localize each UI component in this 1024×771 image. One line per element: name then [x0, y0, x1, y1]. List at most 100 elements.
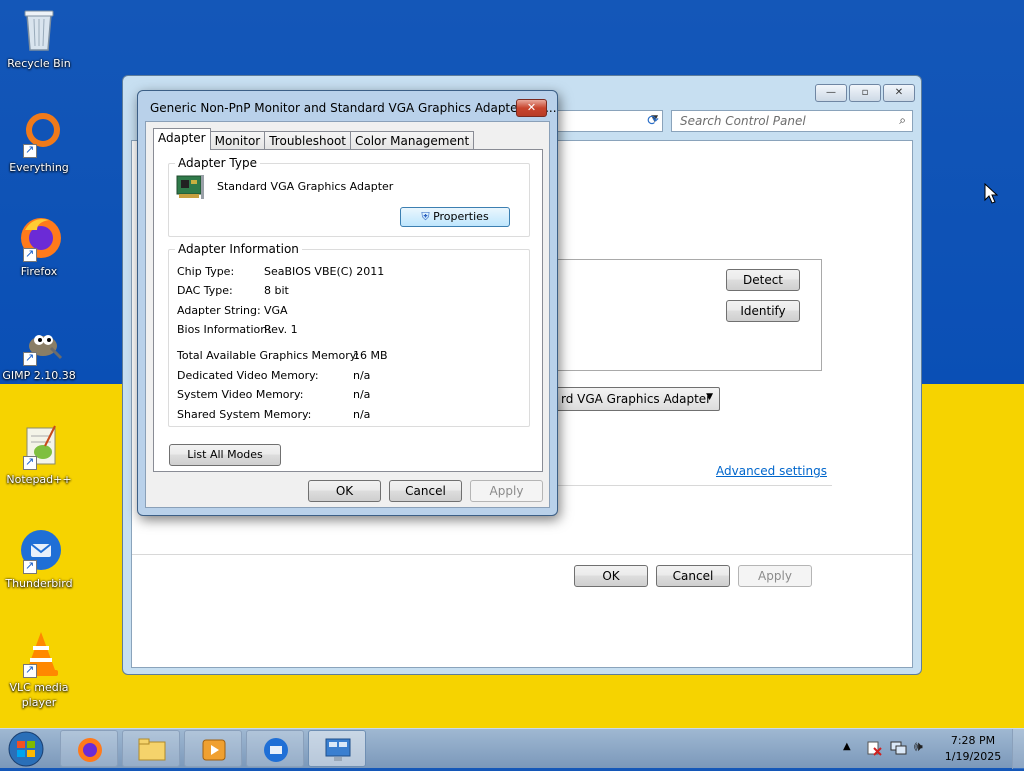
thunderbird-icon: [15, 526, 63, 574]
apply-button[interactable]: Apply: [470, 480, 543, 502]
total-memory-value: 16 MB: [353, 349, 388, 362]
tab-color-management[interactable]: Color Management: [350, 131, 475, 150]
vlc-icon: [15, 630, 63, 678]
clock[interactable]: 7:28 PM 1/19/2025: [940, 733, 1006, 765]
desktop-icon-firefox[interactable]: Firefox: [2, 214, 76, 279]
show-hidden-icons-icon[interactable]: ▲: [843, 741, 851, 752]
adapter-info-group: Adapter Information Chip Type: SeaBIOS V…: [168, 242, 530, 427]
shared-memory-label: Shared System Memory:: [177, 408, 312, 421]
dialog-body: Adapter Monitor Troubleshoot Color Manag…: [145, 121, 550, 508]
display-select[interactable]: rd VGA Graphics Adapter ▼: [552, 387, 720, 411]
dac-type-value: 8 bit: [264, 284, 289, 297]
adapter-string-label: Adapter String:: [177, 304, 261, 317]
volume-icon[interactable]: 🕪: [914, 739, 923, 755]
system-memory-label: System Video Memory:: [177, 388, 304, 401]
adapter-name: Standard VGA Graphics Adapter: [217, 180, 394, 193]
shortcut-arrow-icon: [23, 142, 37, 158]
total-memory-label: Total Available Graphics Memory:: [177, 349, 360, 362]
shared-memory-value: n/a: [353, 408, 371, 421]
detect-button[interactable]: Detect: [726, 269, 800, 291]
desktop-icon-notepadpp[interactable]: Notepad++: [2, 422, 76, 487]
cp-cancel-button[interactable]: Cancel: [656, 565, 730, 587]
display-select-value: rd VGA Graphics Adapter: [561, 392, 712, 406]
thunderbird-icon: [264, 738, 288, 762]
search-placeholder: Search Control Panel: [680, 114, 806, 128]
maximize-button[interactable]: ▫: [849, 84, 881, 102]
window-caption-buttons: — ▫ ✕: [815, 84, 915, 102]
graphics-card-icon: [175, 173, 205, 201]
dialog-title: Generic Non-PnP Monitor and Standard VGA…: [150, 101, 557, 115]
notepadpp-icon: [15, 422, 63, 470]
desktop-icon-label: Firefox: [20, 265, 58, 278]
desktop-icon-label: Everything: [9, 161, 69, 174]
dedicated-memory-label: Dedicated Video Memory:: [177, 369, 319, 382]
shortcut-arrow-icon: [23, 246, 37, 262]
taskbar-media-player[interactable]: [184, 730, 242, 767]
taskbar-explorer[interactable]: [122, 730, 180, 767]
search-icon[interactable]: ⌕: [899, 113, 906, 128]
list-all-modes-button[interactable]: List All Modes: [169, 444, 281, 466]
folder-icon: [138, 738, 166, 761]
properties-button[interactable]: ⛨ Properties: [400, 207, 510, 227]
taskbar-control-panel[interactable]: [308, 730, 366, 767]
desktop-icon-label: GIMP 2.10.38: [2, 369, 76, 382]
network-icon[interactable]: [890, 740, 908, 756]
control-panel-icon: [325, 738, 351, 761]
minimize-button[interactable]: —: [815, 84, 847, 102]
chevron-down-icon: ▼: [706, 392, 713, 402]
desktop-icon-thunderbird[interactable]: Thunderbird: [2, 526, 76, 591]
system-memory-value: n/a: [353, 388, 371, 401]
desktop-icon-label: Recycle Bin: [7, 57, 71, 70]
start-button[interactable]: [4, 730, 48, 768]
adapter-properties-dialog: Generic Non-PnP Monitor and Standard VGA…: [137, 90, 558, 516]
everything-icon: [15, 110, 63, 158]
shortcut-arrow-icon: [23, 558, 37, 574]
shield-icon: ⛨: [421, 210, 430, 223]
chip-type-label: Chip Type:: [177, 265, 235, 278]
tab-monitor[interactable]: Monitor: [209, 131, 266, 150]
refresh-icon[interactable]: ⟳: [641, 110, 665, 132]
show-desktop-button[interactable]: [1012, 729, 1024, 769]
cp-ok-button[interactable]: OK: [574, 565, 648, 587]
gimp-icon: [15, 318, 63, 366]
desktop-icon-label: Notepad++: [6, 473, 72, 486]
shortcut-arrow-icon: [23, 662, 37, 678]
adapter-type-group: Adapter Type Standard VGA Graphics Adapt…: [168, 156, 530, 237]
tab-adapter[interactable]: Adapter: [153, 128, 211, 150]
tab-troubleshoot[interactable]: Troubleshoot: [264, 131, 351, 150]
cp-apply-button[interactable]: Apply: [738, 565, 812, 587]
divider: [550, 485, 832, 486]
bios-info-value: Rev. 1: [264, 323, 298, 336]
action-center-icon[interactable]: [866, 740, 882, 756]
firefox-icon: [78, 738, 102, 762]
cancel-button[interactable]: Cancel: [389, 480, 462, 502]
clock-date: 1/19/2025: [944, 750, 1002, 763]
dialog-close-button[interactable]: ✕: [516, 99, 547, 117]
firefox-icon: [15, 214, 63, 262]
recycle-bin-icon: [15, 6, 63, 54]
close-window-button[interactable]: ✕: [883, 84, 915, 102]
desktop-icon-everything[interactable]: Everything: [2, 110, 76, 175]
adapter-info-heading: Adapter Information: [175, 242, 302, 256]
dac-type-label: DAC Type:: [177, 284, 233, 297]
taskbar-firefox[interactable]: [60, 730, 118, 767]
tab-strip: Adapter Monitor Troubleshoot Color Manag…: [153, 128, 475, 150]
adapter-type-heading: Adapter Type: [175, 156, 260, 170]
properties-label: Properties: [433, 210, 489, 223]
divider: [132, 554, 912, 555]
desktop-icon-vlc[interactable]: VLC media player: [2, 630, 76, 710]
adapter-string-value: VGA: [264, 304, 288, 317]
search-input[interactable]: Search Control Panel ⌕: [671, 110, 913, 132]
desktop-icon-label: Thunderbird: [5, 577, 73, 590]
dedicated-memory-value: n/a: [353, 369, 371, 382]
desktop-icon-recycle-bin[interactable]: Recycle Bin: [2, 6, 76, 71]
desktop-icon-gimp[interactable]: GIMP 2.10.38: [2, 318, 76, 383]
taskbar-thunderbird[interactable]: [246, 730, 304, 767]
mouse-cursor-icon: [984, 182, 999, 208]
shortcut-arrow-icon: [23, 454, 37, 470]
adapter-tab-panel: Adapter Type Standard VGA Graphics Adapt…: [153, 149, 543, 472]
bios-info-label: Bios Information:: [177, 323, 271, 336]
ok-button[interactable]: OK: [308, 480, 381, 502]
identify-button[interactable]: Identify: [726, 300, 800, 322]
advanced-settings-link[interactable]: Advanced settings: [716, 464, 827, 478]
